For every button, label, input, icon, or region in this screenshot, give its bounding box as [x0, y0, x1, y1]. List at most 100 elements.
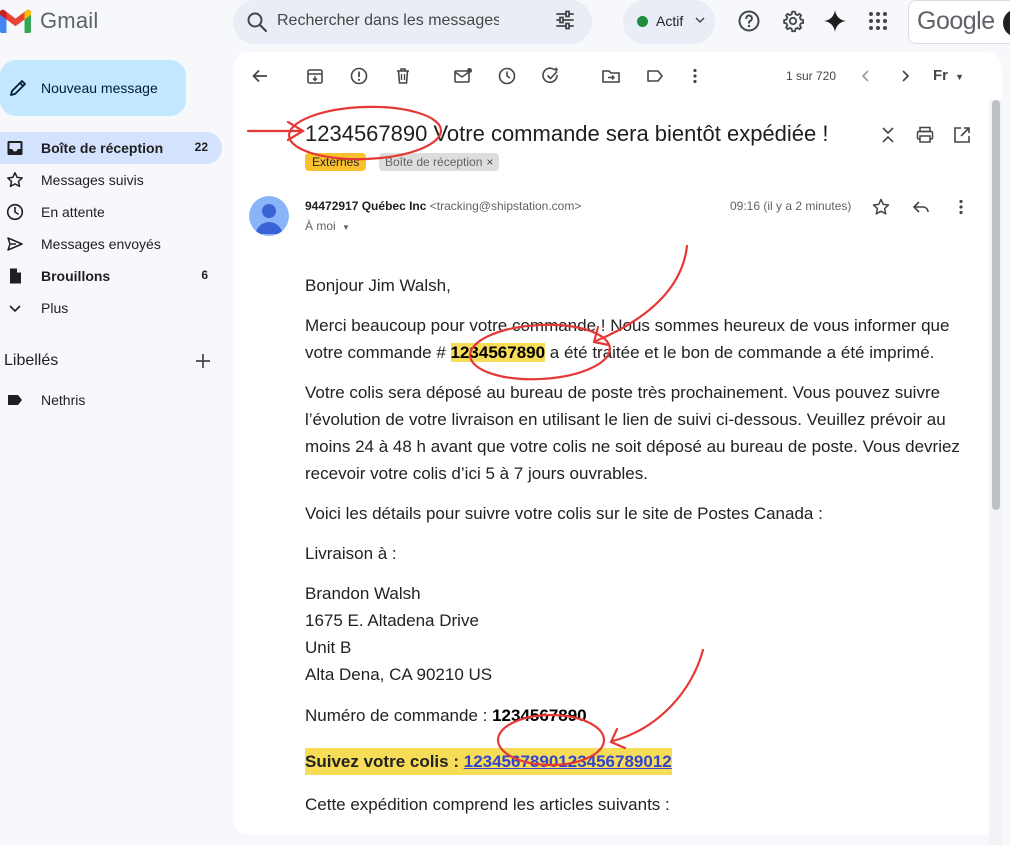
draft-icon — [10, 268, 21, 284]
search-bar[interactable]: Rechercher dans les messages — [233, 0, 592, 44]
input-tools-language[interactable]: Fr ▼ — [933, 67, 964, 84]
archive-icon[interactable] — [305, 66, 325, 86]
next-chevron-icon[interactable] — [895, 66, 915, 86]
settings-gear-icon[interactable] — [781, 9, 805, 33]
email-subject: 1234567890 Votre commande sera bientôt e… — [305, 121, 829, 146]
language-code: Fr — [933, 67, 948, 84]
chip-label: Boîte de réception — [385, 155, 483, 169]
labels-heading: Libellés — [4, 352, 59, 369]
tracking-highlight: Suivez votre colis : 1234567890123456789… — [305, 748, 672, 775]
status-label: Actif — [656, 13, 684, 29]
compose-button[interactable]: Nouveau message — [0, 60, 186, 116]
status-selector[interactable]: Actif — [623, 0, 715, 44]
delete-trash-icon[interactable] — [393, 66, 413, 86]
clock-icon — [6, 203, 24, 221]
order-number: 1234567890 — [492, 706, 587, 725]
label-chip-inbox[interactable]: Boîte de réception × — [379, 153, 500, 171]
dropdown-caret-icon: ▼ — [342, 223, 350, 232]
order-label: Numéro de commande : — [305, 706, 493, 725]
address-line: Brandon Walsh — [305, 584, 421, 603]
recipient-dropdown[interactable]: À moi ▼ — [305, 219, 350, 233]
star-icon[interactable] — [871, 197, 891, 217]
mark-unread-icon[interactable] — [453, 66, 473, 86]
sidebar-item-more[interactable]: Plus — [0, 292, 222, 324]
sidebar-item-snoozed[interactable]: En attente — [0, 196, 222, 228]
greeting: Bonjour Jim Walsh, — [305, 276, 451, 295]
pencil-icon — [10, 80, 26, 96]
status-dot — [637, 16, 648, 27]
gmail-m-icon — [0, 9, 31, 33]
collapse-all-icon[interactable] — [878, 125, 898, 145]
add-label-icon[interactable] — [194, 352, 212, 370]
star-icon — [7, 172, 23, 188]
more-vert-icon[interactable] — [685, 66, 705, 86]
scrollbar-thumb[interactable] — [992, 100, 1000, 510]
paragraph-order-confirmation: Merci beaucoup pour votre commande ! Nou… — [305, 312, 965, 366]
delivery-address: Brandon Walsh 1675 E. Altadena Drive Uni… — [305, 580, 965, 688]
unread-count: 22 — [194, 140, 208, 154]
search-input[interactable]: Rechercher dans les messages — [277, 12, 499, 30]
recipient-label: À moi — [305, 219, 336, 233]
sidebar-item-label: Plus — [41, 300, 69, 316]
send-icon — [7, 237, 23, 251]
report-spam-icon[interactable] — [349, 66, 369, 86]
sidebar-item-inbox[interactable]: Boîte de réception 22 — [0, 132, 222, 164]
paragraph-tracking-intro: Voici les détails pour suivre votre coli… — [305, 504, 823, 523]
sidebar-item-label: Brouillons — [41, 268, 111, 284]
text-segment: a été traitée et le bon de commande a ét… — [545, 343, 935, 362]
compose-label: Nouveau message — [41, 80, 158, 96]
sidebar-label-nethris[interactable]: Nethris — [0, 384, 222, 416]
print-icon[interactable] — [915, 125, 935, 145]
sender-email: <tracking@shipstation.com> — [429, 199, 582, 213]
label-icon — [8, 395, 22, 405]
search-icon[interactable] — [245, 10, 269, 34]
snooze-clock-icon[interactable] — [497, 66, 517, 86]
apps-grid-icon[interactable] — [866, 9, 890, 33]
email-view: 1 sur 720 Fr ▼ 1234567890 Votre commande… — [233, 52, 1002, 835]
reply-icon[interactable] — [911, 197, 931, 217]
tracking-line: Suivez votre colis : 1234567890123456789… — [305, 748, 965, 775]
move-to-folder-icon[interactable] — [601, 66, 621, 86]
order-number-highlight: 1234567890 — [450, 343, 546, 362]
delivery-label: Livraison à : — [305, 544, 397, 563]
sender-avatar — [249, 196, 289, 236]
more-vert-icon[interactable] — [951, 197, 971, 217]
drafts-count: 6 — [201, 268, 208, 282]
add-task-icon[interactable] — [541, 66, 561, 86]
dropdown-caret-icon: ▼ — [955, 72, 965, 82]
label-chip-external[interactable]: Externes — [305, 153, 367, 171]
address-line: Unit B — [305, 638, 352, 657]
sidebar-item-label: En attente — [41, 204, 105, 220]
tracking-label: Suivez votre colis : — [305, 752, 464, 771]
sidebar-item-drafts[interactable]: Brouillons 6 — [0, 260, 222, 292]
paragraph-shipping-info: Votre colis sera déposé au bureau de pos… — [305, 383, 960, 483]
google-account-button[interactable]: Google — [908, 0, 1010, 44]
remove-label-icon[interactable]: × — [486, 155, 493, 169]
label-name: Nethris — [41, 392, 86, 408]
inbox-icon — [7, 141, 23, 155]
pagination-text: 1 sur 720 — [786, 69, 837, 83]
label-tag-icon[interactable] — [645, 66, 665, 86]
sender-line: 94472917 Québec Inc <tracking@shipstatio… — [305, 199, 581, 213]
gmail-logo[interactable]: Gmail — [0, 6, 98, 36]
sidebar-item-sent[interactable]: Messages envoyés — [0, 228, 222, 260]
sidebar-item-label: Boîte de réception — [41, 140, 164, 156]
sender-name[interactable]: 94472917 Québec Inc — [305, 199, 426, 213]
back-arrow-icon[interactable] — [250, 66, 270, 86]
email-body: Bonjour Jim Walsh, Merci beaucoup pour v… — [305, 272, 965, 831]
google-wordmark: Google — [917, 7, 995, 35]
received-time: 09:16 (il y a 2 minutes) — [730, 199, 852, 213]
address-line: 1675 E. Altadena Drive — [305, 611, 479, 630]
tracking-link[interactable]: 1234567890123456789012 — [464, 752, 672, 771]
previous-chevron-icon[interactable] — [856, 66, 876, 86]
chevron-down-icon — [695, 17, 705, 24]
open-new-window-icon[interactable] — [952, 125, 972, 145]
chevron-down-icon — [9, 305, 21, 313]
sidebar-item-label: Messages envoyés — [41, 236, 161, 252]
search-options-icon[interactable] — [554, 9, 576, 31]
account-avatar — [1003, 9, 1010, 37]
sidebar-item-starred[interactable]: Messages suivis — [0, 164, 222, 196]
gemini-sparkle-icon[interactable] — [823, 9, 847, 33]
items-intro: Cette expédition comprend les articles s… — [305, 795, 670, 814]
help-icon[interactable] — [737, 9, 761, 33]
